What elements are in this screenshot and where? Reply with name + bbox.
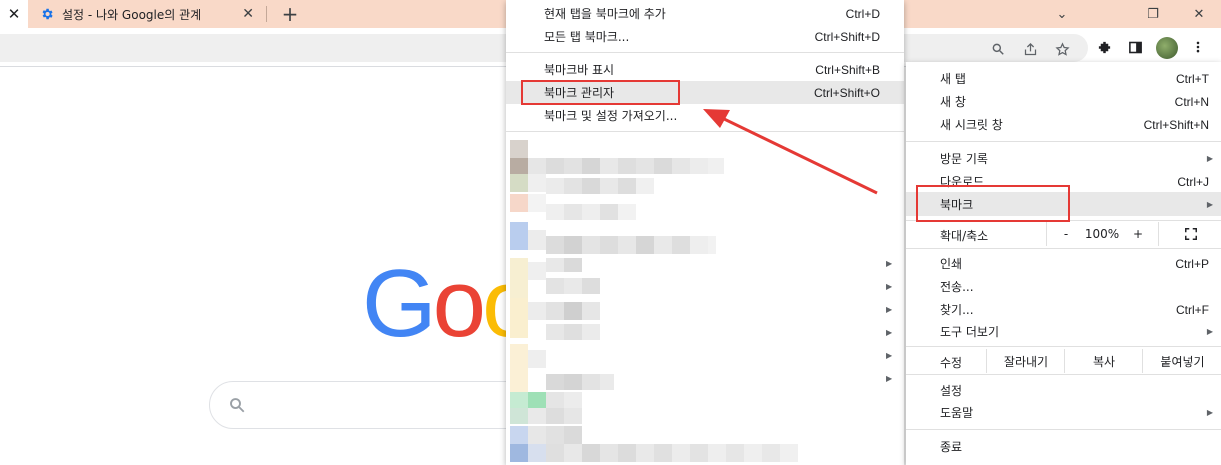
annotation-arrow: [703, 109, 878, 195]
